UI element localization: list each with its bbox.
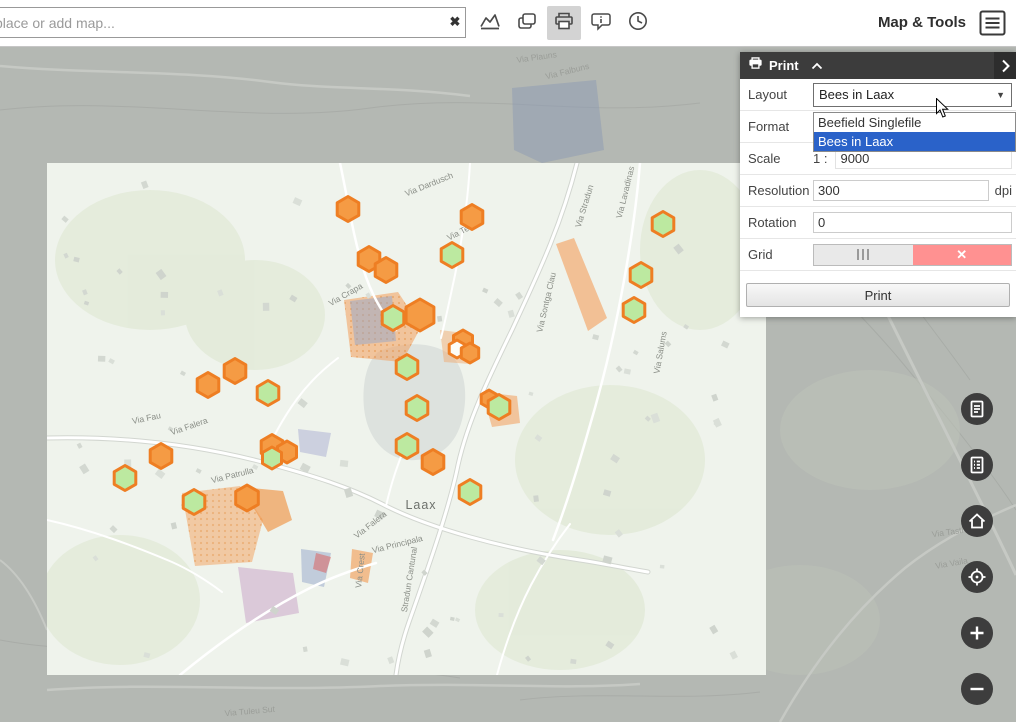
- bee-hex-marker-orange[interactable]: [224, 359, 246, 384]
- format-label: Format: [740, 119, 813, 134]
- print-icon: [553, 11, 575, 36]
- scale-label: Scale: [740, 151, 813, 166]
- resolution-input[interactable]: [813, 180, 989, 201]
- collapse-chevron-icon[interactable]: [811, 62, 823, 70]
- bee-hex-marker-green[interactable]: [459, 480, 481, 505]
- bee-hex-marker-orange[interactable]: [406, 299, 434, 331]
- bee-hex-marker-orange[interactable]: [375, 258, 397, 283]
- panel-close-chevron-icon[interactable]: [994, 52, 1016, 79]
- history-button[interactable]: [621, 6, 655, 40]
- bee-hex-marker-green[interactable]: [183, 490, 205, 515]
- basemap-layers-icon: [516, 11, 538, 36]
- bee-hex-marker-green[interactable]: [396, 355, 418, 380]
- profile-chart-icon: [479, 11, 501, 36]
- bee-hex-marker-green[interactable]: [630, 263, 652, 288]
- grid-off-icon[interactable]: ✕: [913, 245, 1012, 265]
- crosshair-icon: [961, 561, 993, 593]
- top-toolbar: ✖ Map & Tools: [0, 0, 1016, 47]
- home-icon: [961, 505, 993, 537]
- bee-hex-marker-orange[interactable]: [461, 343, 478, 363]
- resolution-row: Resolution dpi: [740, 175, 1016, 207]
- layout-select[interactable]: Bees in Laax ▼: [813, 83, 1012, 107]
- grid-label: Grid: [740, 247, 813, 262]
- profile-chart-button[interactable]: [473, 6, 507, 40]
- layout-label: Layout: [740, 87, 813, 102]
- rotation-row: Rotation: [740, 207, 1016, 239]
- bee-hex-marker-orange[interactable]: [197, 373, 219, 398]
- bee-hex-marker-green[interactable]: [652, 212, 674, 237]
- resolution-label: Resolution: [740, 183, 813, 198]
- plus-icon: [961, 617, 993, 649]
- basemap-layers-button[interactable]: [510, 6, 544, 40]
- bee-hex-marker-orange[interactable]: [236, 485, 259, 511]
- grid-toggle-handle[interactable]: [814, 245, 913, 265]
- layout-option[interactable]: Bees in Laax: [814, 132, 1015, 151]
- bee-hex-marker-orange[interactable]: [422, 450, 444, 475]
- print-submit-button[interactable]: Print: [746, 283, 1010, 307]
- layout-option[interactable]: Beefield Singlefile: [814, 113, 1015, 132]
- street-label: Laax: [405, 498, 436, 512]
- history-clock-icon: [627, 10, 649, 37]
- legend-button[interactable]: [961, 449, 993, 481]
- bee-hex-marker-green[interactable]: [114, 466, 136, 491]
- bee-hex-marker-green[interactable]: [263, 447, 282, 469]
- bee-hex-marker-orange[interactable]: [337, 197, 359, 222]
- resolution-unit: dpi: [995, 183, 1012, 198]
- bee-hex-marker-orange[interactable]: [461, 205, 483, 230]
- minus-icon: [961, 673, 993, 705]
- chevron-down-icon: ▼: [996, 90, 1005, 100]
- report-icon: [961, 393, 993, 425]
- grid-row: Grid ✕: [740, 239, 1016, 271]
- hamburger-icon: [979, 24, 1006, 39]
- report-button[interactable]: [961, 393, 993, 425]
- zoom-in-button[interactable]: [961, 617, 993, 649]
- print-panel: Print Layout Bees in Laax ▼ Format Scale…: [740, 52, 1016, 317]
- home-button[interactable]: [961, 505, 993, 537]
- layout-select-value: Bees in Laax: [819, 87, 894, 102]
- print-panel-header: Print: [740, 52, 1016, 79]
- print-panel-icon: [748, 56, 763, 75]
- map-tools-label: Map & Tools: [878, 14, 966, 31]
- rotation-label: Rotation: [740, 215, 813, 230]
- bee-hex-marker-green[interactable]: [623, 298, 645, 323]
- info-button[interactable]: [584, 6, 618, 40]
- search-input[interactable]: [0, 7, 466, 38]
- bee-hex-marker-green[interactable]: [257, 381, 279, 406]
- rotation-input[interactable]: [813, 212, 1012, 233]
- layout-dropdown-options: Beefield SinglefileBees in Laax: [813, 112, 1016, 152]
- menu-button[interactable]: [979, 10, 1006, 36]
- bee-hex-marker-green[interactable]: [441, 243, 463, 268]
- print-panel-title: Print: [769, 58, 799, 73]
- scale-prefix: 1 :: [813, 151, 827, 166]
- bee-hex-marker-green[interactable]: [406, 396, 428, 421]
- grid-toggle[interactable]: ✕: [813, 244, 1012, 266]
- locate-button[interactable]: [961, 561, 993, 593]
- print-button[interactable]: [547, 6, 581, 40]
- bee-hex-marker-green[interactable]: [382, 306, 404, 331]
- bee-hex-marker-green[interactable]: [396, 434, 418, 459]
- legend-icon: [961, 449, 993, 481]
- bee-hex-marker-green[interactable]: [488, 395, 510, 420]
- layout-row: Layout Bees in Laax ▼: [740, 79, 1016, 111]
- search-clear-icon[interactable]: ✖: [446, 13, 464, 31]
- bee-hex-marker-orange[interactable]: [150, 444, 172, 469]
- dim-zone-polygon: [512, 80, 604, 163]
- info-bubble-icon: [590, 11, 612, 36]
- zoom-out-button[interactable]: [961, 673, 993, 705]
